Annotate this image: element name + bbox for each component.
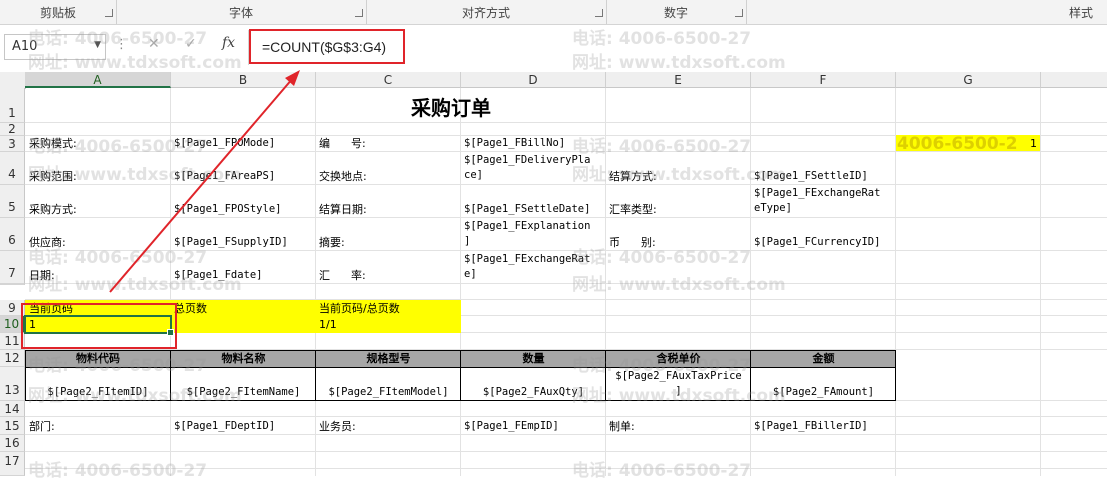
annotation-arrow bbox=[109, 70, 300, 293]
annotation-arrow-line bbox=[109, 77, 294, 293]
